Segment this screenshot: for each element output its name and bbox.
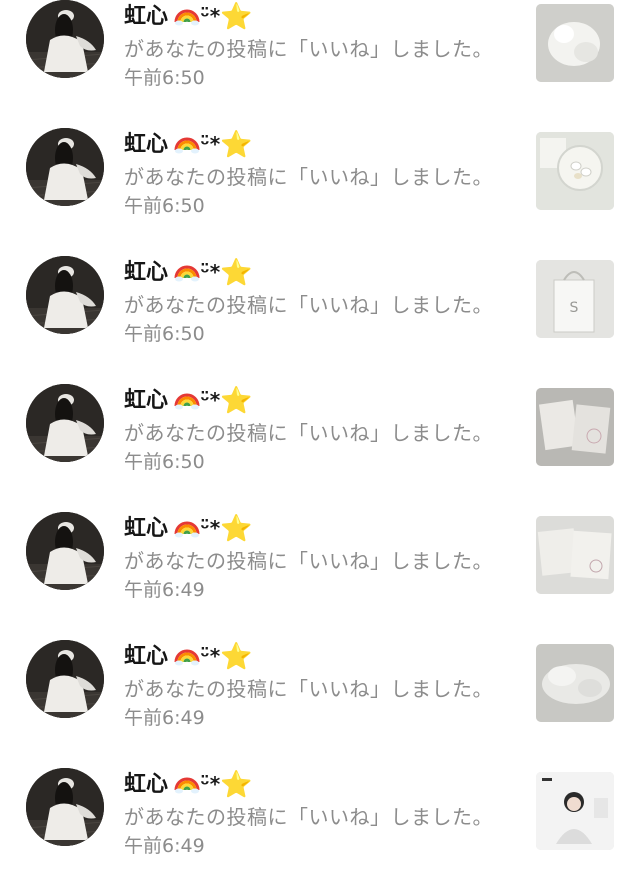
post-thumbnail[interactable]: S — [536, 260, 614, 338]
username-decoration: ᵕ̈*⭐ — [174, 770, 253, 800]
user-avatar[interactable] — [26, 512, 104, 590]
post-thumbnail[interactable] — [536, 132, 614, 210]
notification-time: 午前6:50 — [124, 195, 205, 217]
notification-item[interactable]: 虹心 ᵕ̈*⭐ があなたの投稿に「いいね」しました。 午前6:49 — [0, 640, 640, 768]
username[interactable]: 虹心 — [124, 4, 168, 29]
username-line[interactable]: 虹心 ᵕ̈*⭐ — [124, 641, 253, 672]
username-line[interactable]: 虹心 ᵕ̈*⭐ — [124, 513, 253, 544]
username-line[interactable]: 虹心 ᵕ̈*⭐ — [124, 385, 253, 416]
notification-message: があなたの投稿に「いいね」しました。 — [124, 549, 493, 573]
notification-item[interactable]: 虹心 ᵕ̈*⭐ があなたの投稿に「いいね」しました。 午前6:50 — [0, 0, 640, 128]
username-decoration: ᵕ̈*⭐ — [174, 514, 253, 544]
notification-time: 午前6:49 — [124, 835, 205, 857]
rainbow-icon — [174, 642, 200, 666]
star-icon: ⭐ — [220, 130, 253, 160]
rainbow-icon — [174, 770, 200, 794]
user-avatar[interactable] — [26, 768, 104, 846]
rainbow-icon — [174, 386, 200, 410]
username-line[interactable]: 虹心 ᵕ̈*⭐ — [124, 129, 253, 160]
kaomoji-text: ᵕ̈* — [200, 132, 221, 156]
notification-item[interactable]: 虹心 ᵕ̈*⭐ があなたの投稿に「いいね」しました。 午前6:49 — [0, 768, 640, 896]
username-decoration: ᵕ̈*⭐ — [174, 386, 253, 416]
username[interactable]: 虹心 — [124, 516, 168, 541]
user-avatar[interactable] — [26, 128, 104, 206]
post-thumbnail[interactable] — [536, 772, 614, 850]
user-avatar[interactable] — [26, 0, 104, 78]
username[interactable]: 虹心 — [124, 132, 168, 157]
user-avatar[interactable] — [26, 384, 104, 462]
kaomoji-text: ᵕ̈* — [200, 388, 221, 412]
notification-message: があなたの投稿に「いいね」しました。 — [124, 421, 493, 445]
star-icon: ⭐ — [220, 386, 253, 416]
star-icon: ⭐ — [220, 642, 253, 672]
kaomoji-text: ᵕ̈* — [200, 516, 221, 540]
username[interactable]: 虹心 — [124, 644, 168, 669]
notification-message: があなたの投稿に「いいね」しました。 — [124, 165, 493, 189]
username-decoration: ᵕ̈*⭐ — [174, 130, 253, 160]
rainbow-icon — [174, 130, 200, 154]
rainbow-icon — [174, 258, 200, 282]
notification-time: 午前6:49 — [124, 707, 205, 729]
rainbow-icon — [174, 514, 200, 538]
notification-time: 午前6:49 — [124, 579, 205, 601]
user-avatar[interactable] — [26, 640, 104, 718]
rainbow-icon — [174, 2, 200, 26]
username-line[interactable]: 虹心 ᵕ̈*⭐ — [124, 257, 253, 288]
notification-time: 午前6:50 — [124, 323, 205, 345]
post-thumbnail[interactable] — [536, 388, 614, 466]
notification-item[interactable]: 虹心 ᵕ̈*⭐ があなたの投稿に「いいね」しました。 午前6:50 — [0, 128, 640, 256]
username-line[interactable]: 虹心 ᵕ̈*⭐ — [124, 1, 253, 32]
svg-text:S: S — [570, 300, 579, 316]
star-icon: ⭐ — [220, 514, 253, 544]
notification-message: があなたの投稿に「いいね」しました。 — [124, 805, 493, 829]
username-decoration: ᵕ̈*⭐ — [174, 2, 253, 32]
notification-item[interactable]: 虹心 ᵕ̈*⭐ があなたの投稿に「いいね」しました。 午前6:50 — [0, 384, 640, 512]
star-icon: ⭐ — [220, 2, 253, 32]
post-thumbnail[interactable] — [536, 644, 614, 722]
post-thumbnail[interactable] — [536, 4, 614, 82]
star-icon: ⭐ — [220, 770, 253, 800]
notification-message: があなたの投稿に「いいね」しました。 — [124, 677, 493, 701]
notification-message: があなたの投稿に「いいね」しました。 — [124, 293, 493, 317]
user-avatar[interactable] — [26, 256, 104, 334]
username-decoration: ᵕ̈*⭐ — [174, 642, 253, 672]
kaomoji-text: ᵕ̈* — [200, 4, 221, 28]
kaomoji-text: ᵕ̈* — [200, 644, 221, 668]
star-icon: ⭐ — [220, 258, 253, 288]
kaomoji-text: ᵕ̈* — [200, 772, 221, 796]
username[interactable]: 虹心 — [124, 388, 168, 413]
post-thumbnail[interactable] — [536, 516, 614, 594]
username-line[interactable]: 虹心 ᵕ̈*⭐ — [124, 769, 253, 800]
kaomoji-text: ᵕ̈* — [200, 260, 221, 284]
notification-item[interactable]: 虹心 ᵕ̈*⭐ があなたの投稿に「いいね」しました。 午前6:50 S — [0, 256, 640, 384]
username-decoration: ᵕ̈*⭐ — [174, 258, 253, 288]
notification-time: 午前6:50 — [124, 67, 205, 89]
notification-item[interactable]: 虹心 ᵕ̈*⭐ があなたの投稿に「いいね」しました。 午前6:49 — [0, 512, 640, 640]
username[interactable]: 虹心 — [124, 772, 168, 797]
username[interactable]: 虹心 — [124, 260, 168, 285]
notification-message: があなたの投稿に「いいね」しました。 — [124, 37, 493, 61]
notification-time: 午前6:50 — [124, 451, 205, 473]
